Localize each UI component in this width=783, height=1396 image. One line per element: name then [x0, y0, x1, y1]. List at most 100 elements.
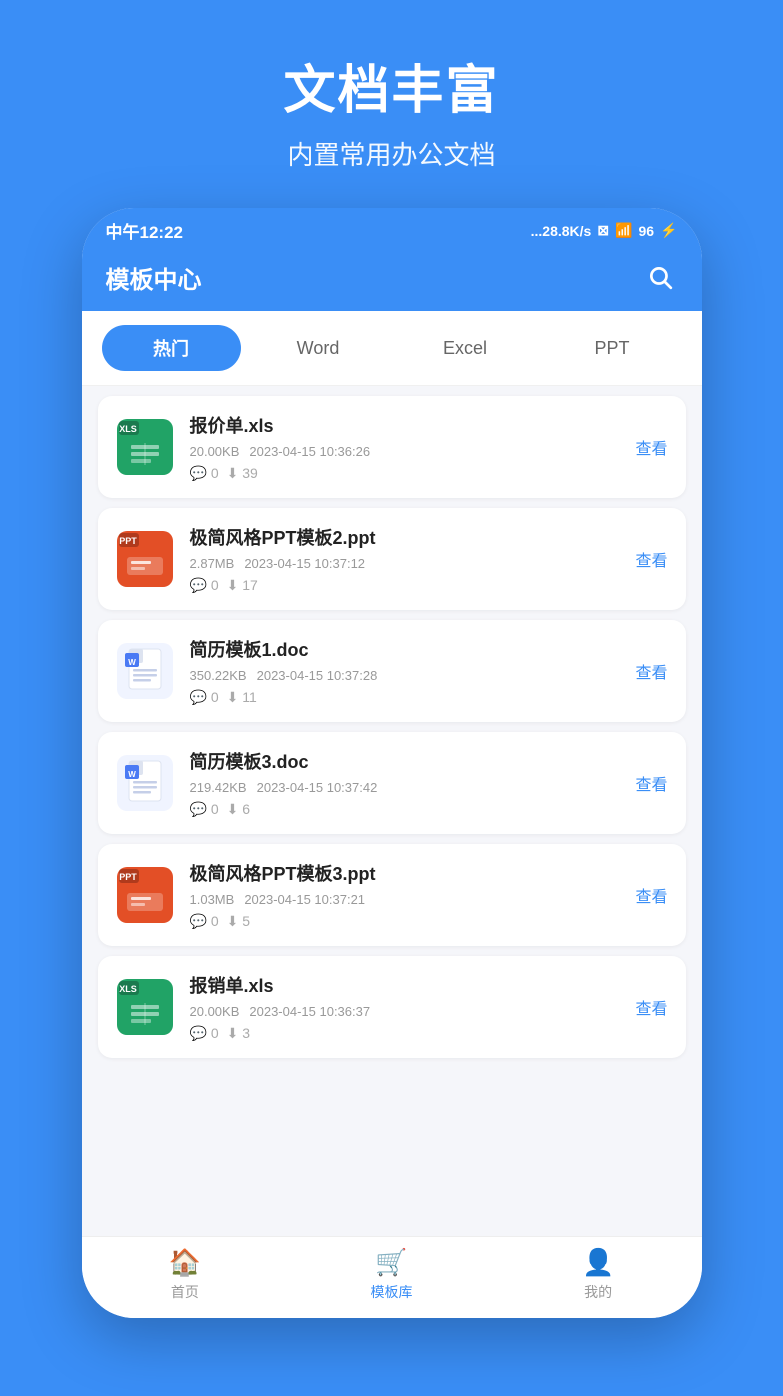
tab-hot[interactable]: 热门 — [102, 325, 241, 371]
tab-word[interactable]: Word — [249, 328, 388, 369]
file-date-6: 2023-04-15 10:36:37 — [249, 1004, 370, 1019]
file-meta-4: 219.42KB 2023-04-15 10:37:42 — [190, 780, 620, 795]
file-date-4: 2023-04-15 10:37:42 — [257, 780, 378, 795]
file-stats-3: 💬 0 ⬇ 11 — [190, 689, 620, 706]
file-size-6: 20.00KB — [190, 1004, 240, 1019]
comment-stat-1: 💬 0 — [190, 465, 219, 482]
file-stats-4: 💬 0 ⬇ 6 — [190, 801, 620, 818]
file-icon-ppt-2: PPT — [116, 530, 174, 588]
file-meta-1: 20.00KB 2023-04-15 10:36:26 — [190, 444, 620, 459]
file-item-1: XLS 报价单.xls 20.00KB 2023-04-15 10:36:26 … — [98, 396, 686, 498]
file-info-4: 简历模板3.doc 219.42KB 2023-04-15 10:37:42 💬… — [190, 748, 620, 818]
nav-profile[interactable]: 👤 我的 — [495, 1247, 702, 1302]
category-tab-bar: 热门 Word Excel PPT — [82, 311, 702, 386]
phone-shell: 中午12:22 ...28.8K/s ⊠ 📶 96 ⚡ 模板中心 热门 Word… — [82, 208, 702, 1318]
nav-home-label: 首页 — [171, 1282, 199, 1302]
comment-stat-3: 💬 0 — [190, 689, 219, 706]
file-info-5: 极简风格PPT模板3.ppt 1.03MB 2023-04-15 10:37:2… — [190, 860, 620, 930]
file-info-6: 报销单.xls 20.00KB 2023-04-15 10:36:37 💬 0 … — [190, 972, 620, 1042]
file-name-1: 报价单.xls — [190, 412, 620, 438]
view-button-4[interactable]: 查看 — [635, 771, 667, 795]
file-item-2: PPT 极简风格PPT模板2.ppt 2.87MB 2023-04-15 10:… — [98, 508, 686, 610]
file-list: XLS 报价单.xls 20.00KB 2023-04-15 10:36:26 … — [82, 386, 702, 1236]
app-header: 模板中心 — [82, 249, 702, 311]
status-time: 中午12:22 — [106, 218, 183, 243]
nav-home[interactable]: 🏠 首页 — [82, 1247, 289, 1302]
download-stat-6: ⬇ 3 — [227, 1025, 250, 1042]
file-meta-3: 350.22KB 2023-04-15 10:37:28 — [190, 668, 620, 683]
view-button-2[interactable]: 查看 — [635, 547, 667, 571]
file-name-5: 极简风格PPT模板3.ppt — [190, 860, 620, 886]
hero-section: 文档丰富 内置常用办公文档 — [0, 0, 783, 208]
nav-templates-label: 模板库 — [371, 1282, 413, 1302]
profile-icon: 👤 — [582, 1247, 614, 1278]
comment-stat-2: 💬 0 — [190, 577, 219, 594]
file-stats-6: 💬 0 ⬇ 3 — [190, 1025, 620, 1042]
file-info-1: 报价单.xls 20.00KB 2023-04-15 10:36:26 💬 0 … — [190, 412, 620, 482]
file-icon-ppt-5: PPT — [116, 866, 174, 924]
file-date-1: 2023-04-15 10:36:26 — [249, 444, 370, 459]
svg-text:W: W — [128, 658, 136, 667]
file-item-5: PPT 极简风格PPT模板3.ppt 1.03MB 2023-04-15 10:… — [98, 844, 686, 946]
view-button-5[interactable]: 查看 — [635, 883, 667, 907]
file-stats-5: 💬 0 ⬇ 5 — [190, 913, 620, 930]
download-stat-5: ⬇ 5 — [227, 913, 250, 930]
download-stat-1: ⬇ 39 — [227, 465, 258, 482]
file-size-5: 1.03MB — [190, 892, 235, 907]
file-info-2: 极简风格PPT模板2.ppt 2.87MB 2023-04-15 10:37:1… — [190, 524, 620, 594]
file-icon-doc-4: W — [116, 754, 174, 812]
svg-text:XLS: XLS — [119, 984, 137, 994]
svg-text:PPT: PPT — [119, 536, 137, 546]
file-icon-xls-6: XLS — [116, 978, 174, 1036]
file-info-3: 简历模板1.doc 350.22KB 2023-04-15 10:37:28 💬… — [190, 636, 620, 706]
bottom-navigation: 🏠 首页 🛒 模板库 👤 我的 — [82, 1236, 702, 1318]
file-item-3: W 简历模板1.doc 350.22KB 2023-04-15 10:37:28… — [98, 620, 686, 722]
download-stat-2: ⬇ 17 — [227, 577, 258, 594]
svg-text:XLS: XLS — [119, 424, 137, 434]
nav-profile-label: 我的 — [584, 1282, 612, 1302]
file-name-3: 简历模板1.doc — [190, 636, 620, 662]
file-date-5: 2023-04-15 10:37:21 — [244, 892, 365, 907]
download-stat-4: ⬇ 6 — [227, 801, 250, 818]
tab-ppt[interactable]: PPT — [543, 328, 682, 369]
file-icon-xls-1: XLS — [116, 418, 174, 476]
signal-icon: ⊠ — [597, 222, 609, 239]
home-icon: 🏠 — [169, 1247, 201, 1278]
view-button-6[interactable]: 查看 — [635, 995, 667, 1019]
file-name-2: 极简风格PPT模板2.ppt — [190, 524, 620, 550]
battery-level: 96 — [638, 223, 654, 239]
file-name-6: 报销单.xls — [190, 972, 620, 998]
download-stat-3: ⬇ 11 — [227, 689, 257, 706]
view-button-1[interactable]: 查看 — [635, 435, 667, 459]
templates-icon: 🛒 — [375, 1247, 407, 1278]
file-icon-doc-3: W — [116, 642, 174, 700]
file-date-3: 2023-04-15 10:37:28 — [257, 668, 378, 683]
file-meta-6: 20.00KB 2023-04-15 10:36:37 — [190, 1004, 620, 1019]
file-item-6: XLS 报销单.xls 20.00KB 2023-04-15 10:36:37 … — [98, 956, 686, 1058]
file-size-4: 219.42KB — [190, 780, 247, 795]
hero-subtitle: 内置常用办公文档 — [0, 135, 783, 172]
svg-text:PPT: PPT — [119, 872, 137, 882]
file-size-1: 20.00KB — [190, 444, 240, 459]
wifi-icon: 📶 — [615, 222, 632, 239]
status-bar: 中午12:22 ...28.8K/s ⊠ 📶 96 ⚡ — [82, 208, 702, 249]
file-size-2: 2.87MB — [190, 556, 235, 571]
status-icons: ...28.8K/s ⊠ 📶 96 ⚡ — [531, 222, 678, 239]
file-name-4: 简历模板3.doc — [190, 748, 620, 774]
view-button-3[interactable]: 查看 — [635, 659, 667, 683]
file-meta-2: 2.87MB 2023-04-15 10:37:12 — [190, 556, 620, 571]
file-size-3: 350.22KB — [190, 668, 247, 683]
app-header-title: 模板中心 — [106, 260, 202, 295]
svg-text:W: W — [128, 770, 136, 779]
comment-stat-5: 💬 0 — [190, 913, 219, 930]
nav-templates[interactable]: 🛒 模板库 — [288, 1247, 495, 1302]
comment-stat-6: 💬 0 — [190, 1025, 219, 1042]
charging-icon: ⚡ — [660, 222, 677, 239]
file-stats-2: 💬 0 ⬇ 17 — [190, 577, 620, 594]
tab-excel[interactable]: Excel — [396, 328, 535, 369]
file-stats-1: 💬 0 ⬇ 39 — [190, 465, 620, 482]
file-meta-5: 1.03MB 2023-04-15 10:37:21 — [190, 892, 620, 907]
search-button[interactable] — [642, 259, 678, 295]
file-date-2: 2023-04-15 10:37:12 — [244, 556, 365, 571]
file-item-4: W 简历模板3.doc 219.42KB 2023-04-15 10:37:42… — [98, 732, 686, 834]
